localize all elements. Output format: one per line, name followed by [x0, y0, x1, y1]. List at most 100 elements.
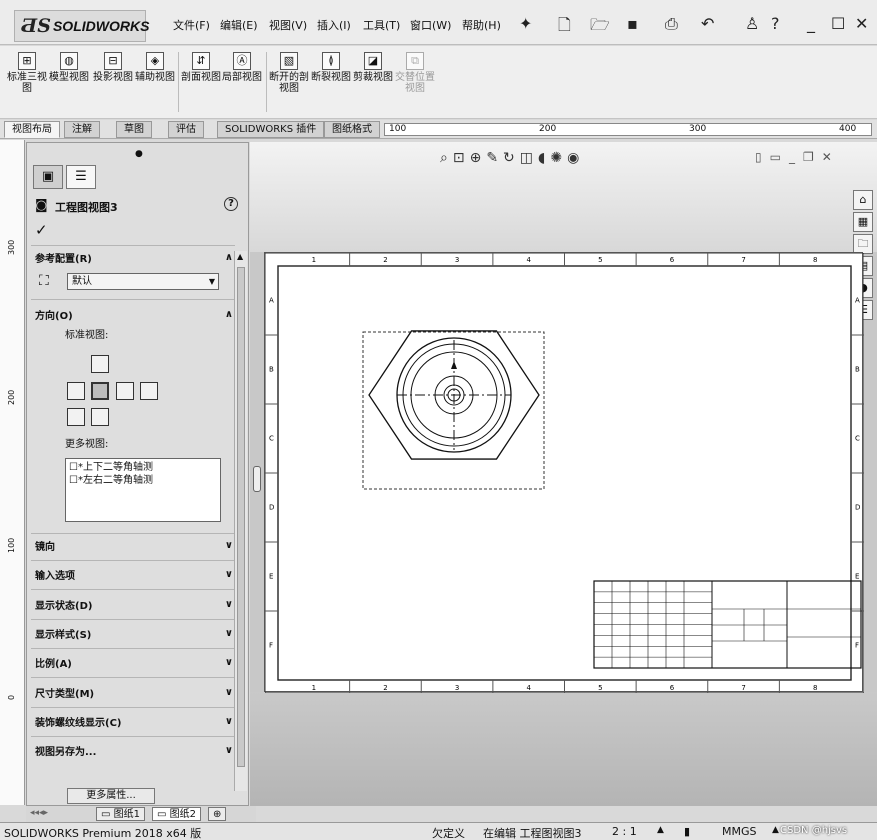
scroll-up-icon[interactable]: ▲	[237, 252, 243, 261]
maximize-icon[interactable]: ☐	[831, 14, 845, 33]
crop-view-button[interactable]: ◪ 剪裁视图	[352, 52, 394, 83]
help-button[interactable]: ?	[224, 197, 238, 211]
tab-annotation[interactable]: 注解	[64, 121, 100, 138]
menu-insert[interactable]: 插入(I)	[317, 17, 351, 33]
add-sheet-tab[interactable]: ⊕	[208, 807, 227, 821]
panel-grip-icon[interactable]: ●	[135, 149, 143, 159]
property-manager-tab-icon[interactable]: ☰	[66, 165, 96, 189]
more-properties-button[interactable]: 更多属性...	[67, 788, 155, 804]
reference-config-header[interactable]: 参考配置(R) ∧	[35, 248, 233, 266]
group-cosmetic-thread[interactable]: 装饰螺纹线显示(C) ∨	[35, 712, 233, 730]
feature-tree-tab-icon[interactable]: ▣	[33, 165, 63, 189]
tab-solidworks-addins[interactable]: SOLIDWORKS 插件	[217, 121, 325, 138]
tab-sketch[interactable]: 草图	[116, 121, 152, 138]
units-arrow-icon[interactable]: ▲	[772, 825, 779, 835]
group-scale[interactable]: 比例(A) ∨	[35, 653, 233, 671]
rebuild-icon[interactable]: ▮	[684, 825, 690, 838]
undo-icon[interactable]: ↶	[701, 14, 714, 33]
panel-scrollbar[interactable]: ▲	[234, 251, 247, 791]
open-folder-icon[interactable]: 🗁	[590, 14, 610, 41]
new-document-icon[interactable]: 🗋	[558, 14, 571, 41]
print-icon[interactable]: ⎙	[665, 14, 678, 34]
menu-view[interactable]: 视图(V)	[269, 17, 307, 33]
list-item[interactable]: ☐*上下二等角轴测	[69, 461, 217, 474]
group-dimension-type[interactable]: 尺寸类型(M) ∨	[35, 683, 233, 701]
zoom-to-area-icon[interactable]: ⊡	[453, 150, 470, 166]
standard-3-view-button[interactable]: ⊞ 标准三视图	[6, 52, 48, 94]
pan-icon[interactable]: ✎	[486, 150, 503, 166]
chevron-down-icon[interactable]: ∨	[225, 628, 233, 639]
left-view-button[interactable]	[67, 382, 85, 400]
group-import-options[interactable]: 输入选项 ∨	[35, 565, 233, 583]
chevron-up-icon[interactable]: ∧	[225, 252, 233, 263]
chevron-down-icon[interactable]: ∨	[225, 569, 233, 580]
isometric-view-button[interactable]	[67, 408, 85, 426]
bottom-view-button[interactable]	[91, 408, 109, 426]
scale-arrow-icon[interactable]: ▲	[657, 825, 664, 835]
menu-edit[interactable]: 编辑(E)	[220, 17, 258, 33]
model-view-button[interactable]: ◍ 模型视图	[48, 52, 90, 83]
solidworks-logo[interactable]: ƋS SOLIDWORKS	[14, 10, 149, 42]
ok-check-button[interactable]: ✓	[35, 221, 48, 239]
break-view-button[interactable]: ≬ 断裂视图	[310, 52, 352, 83]
help-icon[interactable]: ?	[771, 14, 780, 33]
appearance-icon[interactable]: ◉	[567, 150, 584, 166]
right-view-button[interactable]	[116, 382, 134, 400]
front-view-button[interactable]	[91, 382, 109, 400]
chevron-up-icon[interactable]: ∧	[225, 309, 233, 320]
view-settings-icon[interactable]: ✺	[550, 150, 567, 166]
doc-minimize-icon[interactable]: _	[789, 150, 803, 164]
group-save-view-as[interactable]: 视图另存为... ∨	[35, 741, 233, 759]
chevron-down-icon[interactable]: ∨	[225, 540, 233, 551]
chevron-down-icon[interactable]: ∨	[225, 657, 233, 668]
projected-view-button[interactable]: ⊟ 投影视图	[92, 52, 134, 83]
design-library-icon[interactable]: ▦	[853, 212, 873, 232]
auxiliary-view-button[interactable]: ◈ 辅助视图	[134, 52, 176, 83]
menu-file[interactable]: 文件(F)	[173, 17, 210, 33]
back-view-button[interactable]	[140, 382, 158, 400]
detail-view-button[interactable]: Ⓐ 局部视图	[221, 52, 263, 83]
rotate-icon[interactable]: ↻	[503, 150, 520, 166]
chevron-down-icon[interactable]: ∨	[225, 599, 233, 610]
orientation-header[interactable]: 方向(O) ∧	[35, 305, 233, 323]
sheet-nav-arrows-icon[interactable]: ◂◂◂▸	[30, 808, 48, 818]
chevron-down-icon[interactable]: ∨	[225, 745, 233, 756]
unit-system[interactable]: MMGS	[722, 825, 757, 838]
top-view-button[interactable]	[91, 355, 109, 373]
sheet-tab-1[interactable]: ▭ 图纸1	[96, 807, 146, 821]
pin-icon[interactable]: ✦	[519, 14, 532, 33]
sheet-scale[interactable]: 2 : 1	[612, 825, 637, 838]
graphics-area[interactable]: ⌕⊡⊕✎↻◫◖✺◉ ▯▭_❐✕ ⌂ ▦ 🗀 ▤ ● ☰ 112233445566…	[250, 142, 877, 806]
save-icon[interactable]: ▪	[627, 14, 638, 33]
user-icon[interactable]: ♙	[745, 14, 759, 33]
scrollbar-thumb[interactable]	[237, 267, 245, 767]
panel-collapse-handle[interactable]	[253, 466, 261, 492]
group-mirror[interactable]: 镜向 ∨	[35, 536, 233, 554]
section-view-button[interactable]: ⇵ 剖面视图	[180, 52, 222, 83]
home-icon[interactable]: ⌂	[853, 190, 873, 210]
close-icon[interactable]: ✕	[855, 14, 868, 33]
display-style-icon[interactable]: ◫	[520, 150, 538, 166]
zoom-to-fit-icon[interactable]: ⌕	[440, 150, 453, 166]
chevron-down-icon[interactable]: ∨	[225, 716, 233, 727]
menu-window[interactable]: 窗口(W)	[410, 17, 451, 33]
configuration-select[interactable]: 默认 ▼	[67, 273, 219, 290]
drawing-sheet[interactable]: 1 1 2 2 3 3 4 4 5 5 6 6 7 7 8 8 A A B B C C D D E E F F	[264, 252, 864, 693]
menu-tools[interactable]: 工具(T)	[363, 17, 400, 33]
hide-show-icon[interactable]: ◖	[538, 150, 550, 166]
doc-restore-icon[interactable]: ❐	[803, 150, 822, 164]
tab-view-layout[interactable]: 视图布局	[4, 121, 60, 138]
file-explorer-icon[interactable]: 🗀	[853, 234, 873, 254]
minimize-icon[interactable]: _	[807, 14, 815, 33]
zoom-in-out-icon[interactable]: ⊕	[470, 150, 487, 166]
list-item[interactable]: ☐*左右二等角轴测	[69, 474, 217, 487]
restore-window-icon[interactable]: ▭	[770, 150, 789, 164]
tab-sheet-format[interactable]: 图纸格式	[324, 121, 380, 138]
doc-close-icon[interactable]: ✕	[822, 150, 840, 164]
tab-evaluate[interactable]: 评估	[168, 121, 204, 138]
menu-help[interactable]: 帮助(H)	[462, 17, 501, 33]
broken-out-section-button[interactable]: ▧ 断开的剖视图	[268, 52, 310, 94]
group-display-style[interactable]: 显示样式(S) ∨	[35, 624, 233, 642]
group-display-state[interactable]: 显示状态(D) ∨	[35, 595, 233, 613]
sheet-tab-2[interactable]: ▭ 图纸2	[152, 807, 202, 821]
